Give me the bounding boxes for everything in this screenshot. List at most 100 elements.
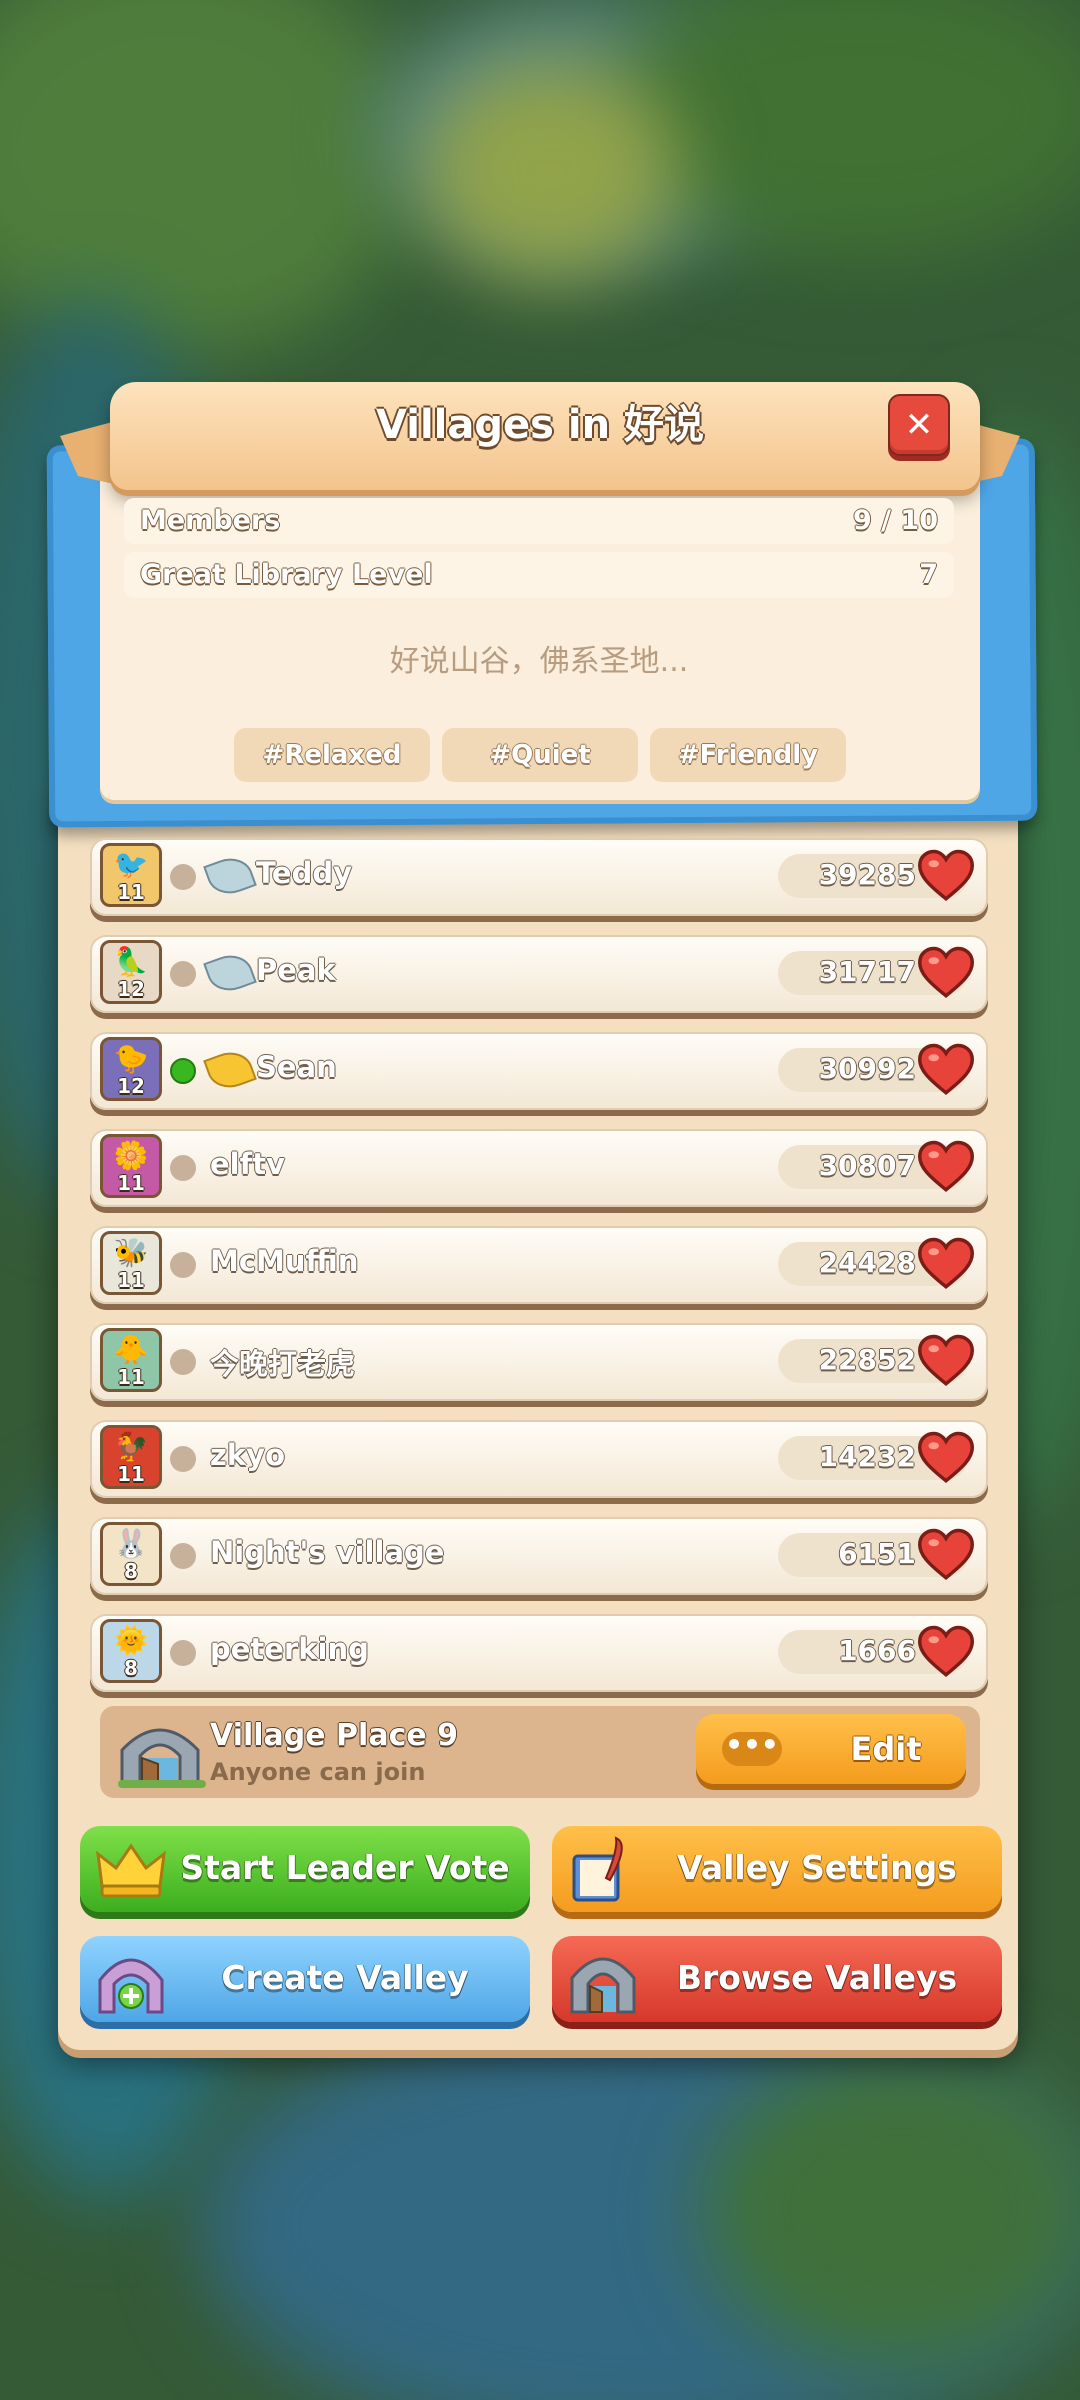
status-dot: [170, 1446, 196, 1472]
tag-relaxed: #Relaxed: [234, 728, 430, 782]
create-valley-label: Create Valley: [221, 1958, 469, 1997]
heart-icon: [918, 1140, 974, 1192]
crown-icon: [96, 1843, 166, 1898]
library-level-label: Great Library Level: [140, 559, 433, 590]
library-level-stat: Great Library Level 7: [124, 552, 954, 598]
member-level: 11: [117, 1462, 145, 1486]
member-avatar: 🌞 8: [100, 1619, 162, 1683]
member-row[interactable]: 🐝 11 McMuffin 24428: [90, 1226, 988, 1304]
member-score: 30992: [818, 1052, 916, 1085]
create-valley-button[interactable]: Create Valley: [80, 1936, 530, 2022]
browse-valleys-label: Browse Valleys: [676, 1958, 958, 1997]
member-avatar: 🐦 11: [100, 843, 162, 907]
member-row[interactable]: 🐥 11 今晚打老虎 22852: [90, 1323, 988, 1401]
blue-bird-icon: 🐤: [113, 1042, 149, 1075]
member-level: 11: [117, 1268, 145, 1292]
member-level: 8: [124, 1559, 138, 1583]
member-avatar: 🐥 11: [100, 1328, 162, 1392]
book-quill-icon: [572, 1836, 623, 1902]
silver-leaf-icon: [203, 851, 257, 901]
sun-icon: 🌞: [113, 1624, 149, 1657]
members-value: 9 / 10: [852, 505, 938, 536]
close-icon: ✕: [904, 405, 934, 445]
member-score: 1666: [838, 1634, 916, 1667]
member-name: 今晚打老虎: [210, 1347, 356, 1381]
edit-button[interactable]: ••• Edit: [696, 1714, 966, 1784]
member-name: Night's village: [210, 1535, 445, 1569]
heart-icon: [918, 1237, 974, 1289]
member-score: 14232: [818, 1440, 916, 1473]
village-place-title: Village Place 9: [210, 1718, 459, 1753]
gold-leaf-icon: [203, 1045, 257, 1095]
village-place-subtitle: Anyone can join: [210, 1758, 426, 1786]
member-name: McMuffin: [210, 1244, 359, 1278]
parrot-icon: 🦜: [113, 945, 149, 978]
member-avatar: 🐰 8: [100, 1522, 162, 1586]
member-row[interactable]: 🌞 8 peterking 1666: [90, 1614, 988, 1692]
member-score: 22852: [818, 1343, 916, 1376]
browse-valleys-button[interactable]: Browse Valleys: [552, 1936, 1002, 2022]
close-button[interactable]: ✕: [888, 394, 950, 456]
member-level: 12: [117, 1074, 145, 1098]
heart-icon: [918, 1043, 974, 1095]
status-dot: [170, 1640, 196, 1666]
member-row[interactable]: 🌼 11 elftv 30807: [90, 1129, 988, 1207]
member-score: 39285: [818, 858, 916, 891]
start-leader-vote-label: Start Leader Vote: [180, 1848, 510, 1887]
heart-icon: [918, 1528, 974, 1580]
member-level: 12: [117, 977, 145, 1001]
member-row[interactable]: 🐤 12 Sean 30992: [90, 1032, 988, 1110]
bird-icon: 🐥: [113, 1333, 149, 1366]
start-leader-vote-button[interactable]: Start Leader Vote: [80, 1826, 530, 1912]
member-level: 11: [117, 1171, 145, 1195]
status-dot: [170, 1155, 196, 1181]
heart-icon: [918, 1431, 974, 1483]
member-name: zkyo: [210, 1438, 285, 1472]
valley-settings-button[interactable]: Valley Settings: [552, 1826, 1002, 1912]
stone-gate-icon: [118, 1728, 206, 1788]
member-score: 6151: [838, 1537, 916, 1570]
member-level: 11: [117, 1365, 145, 1389]
member-level: 8: [124, 1656, 138, 1680]
status-dot: [170, 864, 196, 890]
status-dot: [170, 1349, 196, 1375]
member-row[interactable]: 🦜 12 Peak 31717: [90, 935, 988, 1013]
members-stat: Members 9 / 10: [124, 498, 954, 544]
status-dot: [170, 1252, 196, 1278]
members-label: Members: [140, 505, 281, 536]
member-avatar: 🐓 11: [100, 1425, 162, 1489]
member-row[interactable]: 🐰 8 Night's village 6151: [90, 1517, 988, 1595]
member-name: elftv: [210, 1147, 285, 1181]
library-level-value: 7: [919, 559, 938, 590]
status-dot: [170, 1543, 196, 1569]
flower-icon: 🌼: [113, 1139, 149, 1172]
stone-gate-icon: [570, 1957, 636, 2014]
valley-description: 好说山谷，佛系圣地...: [389, 644, 689, 679]
member-name: Teddy: [256, 856, 353, 890]
member-avatar: 🐤 12: [100, 1037, 162, 1101]
red-bird-icon: 🐦: [113, 848, 149, 881]
member-name: Peak: [256, 953, 336, 987]
member-score: 30807: [818, 1149, 916, 1182]
member-avatar: 🐝 11: [100, 1231, 162, 1295]
valley-settings-label: Valley Settings: [677, 1848, 957, 1887]
member-score: 24428: [818, 1246, 916, 1279]
silver-leaf-icon: [203, 948, 257, 998]
create-portal-icon: [98, 1958, 164, 2014]
member-row[interactable]: 🐦 11 Teddy 39285: [90, 838, 988, 916]
member-score: 31717: [818, 955, 916, 988]
bee-icon: 🐝: [113, 1236, 149, 1269]
member-avatar: 🦜 12: [100, 940, 162, 1004]
heart-icon: [918, 946, 974, 998]
member-row[interactable]: 🐓 11 zkyo 14232: [90, 1420, 988, 1498]
member-name: Sean: [256, 1050, 337, 1084]
online-status-dot: [170, 1058, 196, 1084]
status-dot: [170, 961, 196, 987]
heart-icon: [918, 1334, 974, 1386]
chicken-icon: 🐓: [113, 1430, 149, 1463]
heart-icon: [918, 1625, 974, 1677]
heart-icon: [918, 849, 974, 901]
more-dots-icon: •••: [722, 1731, 782, 1766]
member-avatar: 🌼 11: [100, 1134, 162, 1198]
member-level: 11: [117, 880, 145, 904]
